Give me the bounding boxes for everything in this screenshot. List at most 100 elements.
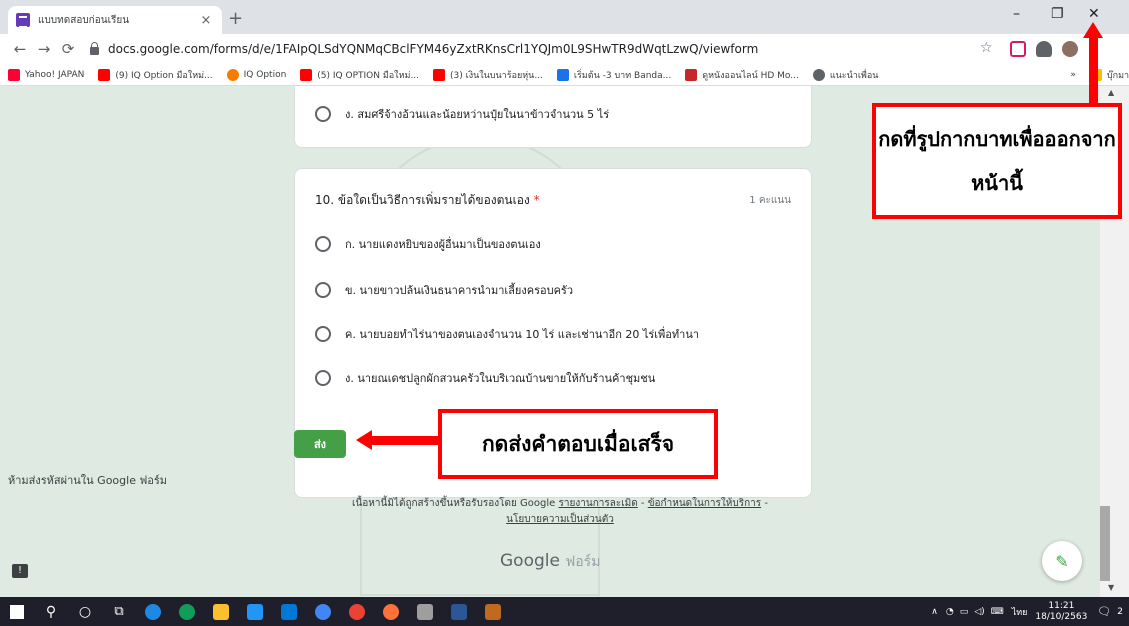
forms-favicon-icon: [16, 13, 30, 28]
tab-close-button[interactable]: ×: [198, 13, 214, 28]
edge-icon[interactable]: [170, 597, 204, 626]
notification-count: 2: [1117, 606, 1123, 617]
submit-hint-callout: กดส่งคำตอบเมื่อเสร็จ: [438, 409, 718, 479]
feedback-icon[interactable]: !: [12, 564, 28, 578]
app-icon[interactable]: [476, 597, 510, 626]
question-title: 10. ข้อใดเป็นวิธีการเพิ่มรายได้ของตนเอง …: [315, 191, 540, 210]
mail-icon[interactable]: [272, 597, 306, 626]
globe-icon: [812, 68, 825, 81]
restore-button[interactable]: ❐: [1051, 6, 1064, 22]
close-hint-text: กดที่รูปกากบาทเพื่อออกจากหน้านี้: [878, 127, 1116, 195]
bookmark-item[interactable]: ดูหนังออนไลน์ HD Mo...: [685, 68, 799, 82]
clock-time: 11:21: [1048, 600, 1075, 611]
iqoption-icon: [226, 68, 239, 81]
keyboard-icon[interactable]: ⌨: [991, 607, 1004, 617]
report-abuse-link[interactable]: รายงานการละเมิด: [559, 498, 638, 509]
clock-date: 18/10/2563: [1035, 611, 1088, 622]
bookmark-label: Yahoo! JAPAN: [25, 69, 85, 80]
terms-link[interactable]: ข้อกำหนดในการให้บริการ: [648, 498, 761, 509]
chrome-icon-2[interactable]: [340, 597, 374, 626]
bookmark-label: (5) IQ OPTION มือใหม่...: [317, 70, 420, 81]
notification-icon[interactable]: 🗨: [1097, 605, 1111, 618]
cortana-icon[interactable]: ○: [68, 597, 102, 626]
clock[interactable]: 11:21 18/10/2563: [1035, 601, 1087, 623]
question-text: 10. ข้อใดเป็นวิธีการเพิ่มรายได้ของตนเอง: [315, 193, 530, 207]
radio-button[interactable]: [315, 236, 331, 252]
battery-icon[interactable]: ▭: [960, 607, 969, 617]
option-row[interactable]: ง. นายณเดชปลูกผักสวนครัวในบริเวณบ้านขายใ…: [315, 369, 655, 387]
back-arrow-icon[interactable]: ←: [8, 40, 32, 58]
bookmark-item[interactable]: (9) IQ Option มือใหม่...: [98, 68, 213, 82]
annotation-arrowhead-left: [356, 430, 372, 450]
chrome-icon-1[interactable]: [306, 597, 340, 626]
bookmark-item[interactable]: เริ่มต้น -3 บาท Banda...: [556, 68, 671, 82]
bookmark-item[interactable]: (5) IQ OPTION มือใหม่...: [300, 68, 419, 82]
store-icon[interactable]: [238, 597, 272, 626]
ie-icon[interactable]: [136, 597, 170, 626]
scroll-thumb[interactable]: [1100, 506, 1110, 581]
url-text: docs.google.com/forms/d/e/1FAIpQLSdYQNMq…: [108, 42, 759, 56]
system-tray: ∧ ◔ ▭ ◁) ⌨ ไทย 11:21 18/10/2563 🗨 2: [931, 597, 1129, 626]
bookmark-item[interactable]: (3) เงินในบนาร้อยหุ่น...: [433, 68, 543, 82]
task-view-icon[interactable]: ⧉: [102, 597, 136, 626]
tray-chevron-icon[interactable]: ∧: [931, 607, 938, 617]
window-close-button[interactable]: ✕: [1088, 6, 1100, 22]
radio-button[interactable]: [315, 370, 331, 386]
privacy-link[interactable]: นโยบายความเป็นส่วนตัว: [506, 514, 614, 525]
reload-icon[interactable]: ⟳: [56, 40, 80, 58]
bookmark-label: บุ๊กมาร์กอื่น: [1106, 70, 1129, 81]
profile-avatar[interactable]: [1062, 41, 1078, 57]
option-row[interactable]: ข. นายขาวปล้นเงินธนาคารนำมาเลี้ยงครอบครั…: [315, 281, 573, 299]
language-indicator[interactable]: ไทย: [1012, 605, 1028, 619]
password-warning: ห้ามส่งรหัสผ่านใน Google ฟอร์ม: [8, 474, 168, 487]
start-windows-icon[interactable]: [0, 597, 34, 626]
puzzle-extensions-icon[interactable]: [1036, 41, 1052, 57]
google-forms-logo[interactable]: Google ฟอร์ม: [500, 551, 600, 573]
option-label: ง. นายณเดชปลูกผักสวนครัวในบริเวณบ้านขายใ…: [345, 372, 656, 385]
submit-hint-text: กดส่งคำตอบเมื่อเสร็จ: [481, 431, 675, 456]
bookmark-label: แนะนำเพื่อน: [829, 70, 879, 81]
word-icon[interactable]: [442, 597, 476, 626]
annotation-arrow-up: [1089, 34, 1098, 104]
annotation-arrowhead-up: [1083, 22, 1103, 38]
option-label: ง. สมศรีจ้างอ้วนและน้อยหว่านปุ๋ยในนาข้าว…: [345, 108, 610, 121]
option-row[interactable]: ก. นายแดงหยิบของผู้อื่นมาเป็นของตนเอง: [315, 235, 541, 253]
option-row[interactable]: ค. นายบอยทำไร่นาของตนเองจำนวน 10 ไร่ และ…: [315, 325, 699, 343]
browser-tab[interactable]: แบบทดสอบก่อนเรียน ×: [8, 6, 222, 34]
file-explorer-icon[interactable]: [204, 597, 238, 626]
footer-separator: -: [637, 498, 648, 509]
network-icon[interactable]: ◔: [946, 607, 954, 617]
bookmark-item[interactable]: IQ Option: [226, 68, 286, 81]
browser-toolbar: ← → ⟳ docs.google.com/forms/d/e/1FAIpQLS…: [0, 34, 1129, 64]
volume-icon[interactable]: ◁): [974, 607, 984, 617]
bookmark-item[interactable]: Yahoo! JAPAN: [8, 68, 85, 81]
minimize-button[interactable]: –: [1013, 6, 1020, 22]
scroll-down-arrow-icon[interactable]: ▼: [1108, 583, 1114, 592]
radio-button[interactable]: [315, 282, 331, 298]
paint-icon[interactable]: [408, 597, 442, 626]
option-label: ค. นายบอยทำไร่นาของตนเองจำนวน 10 ไร่ และ…: [345, 328, 700, 341]
youtube-icon: [300, 68, 313, 81]
search-icon[interactable]: ⚲: [34, 597, 68, 626]
firefox-icon[interactable]: [374, 597, 408, 626]
submit-button[interactable]: ส่ง: [294, 430, 346, 458]
tab-strip: แบบทดสอบก่อนเรียน × + – ❐ ✕: [0, 0, 1129, 34]
extension-icon[interactable]: [1010, 41, 1026, 57]
forward-arrow-icon[interactable]: →: [32, 40, 56, 58]
edit-pencil-icon[interactable]: ✎: [1042, 541, 1082, 581]
search-icon: [556, 68, 569, 81]
question-card-prev: ง. สมศรีจ้างอ้วนและน้อยหว่านปุ๋ยในนาข้าว…: [294, 86, 812, 148]
address-bar[interactable]: docs.google.com/forms/d/e/1FAIpQLSdYQNMq…: [90, 38, 995, 60]
option-row[interactable]: ง. สมศรีจ้างอ้วนและน้อยหว่านปุ๋ยในนาข้าว…: [315, 105, 609, 123]
bookmark-item[interactable]: แนะนำเพื่อน: [812, 68, 879, 82]
new-tab-button[interactable]: +: [228, 8, 243, 29]
youtube-icon: [433, 68, 446, 81]
radio-button[interactable]: [315, 326, 331, 342]
radio-button[interactable]: [315, 106, 331, 122]
bookmarks-more-button[interactable]: »: [1070, 70, 1076, 80]
chevron-more-icon: »: [1070, 69, 1076, 80]
scroll-up-arrow-icon[interactable]: ▲: [1108, 88, 1114, 97]
close-hint-callout: กดที่รูปกากบาทเพื่อออกจากหน้านี้: [872, 103, 1122, 219]
bookmark-star-icon[interactable]: ☆: [980, 40, 993, 56]
footer-separator: -: [761, 498, 768, 509]
